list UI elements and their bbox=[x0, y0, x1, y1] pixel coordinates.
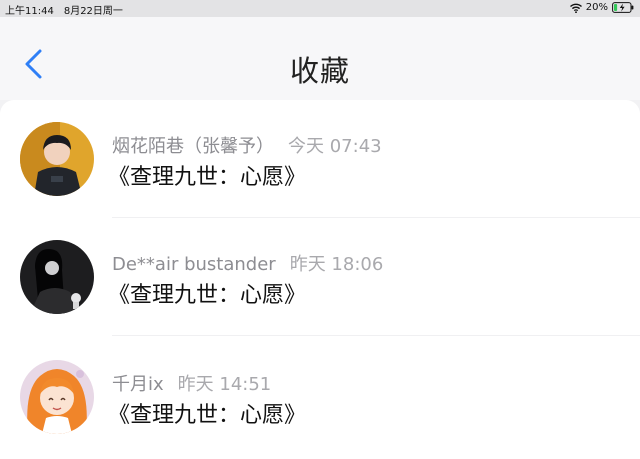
status-date: 8月22日周一 bbox=[63, 6, 123, 17]
item-time: 昨天 18:06 bbox=[289, 254, 384, 275]
navigation-header: 收藏 bbox=[0, 17, 640, 100]
status-left: 上午11:44 8月22日周一 bbox=[5, 2, 123, 17]
list-item[interactable]: 千月ix 昨天 14:51 《查理九世：心愿》 bbox=[0, 338, 640, 456]
battery-percent: 20% bbox=[585, 2, 608, 13]
item-meta: 千月ix 昨天 14:51 bbox=[112, 370, 271, 396]
list-item[interactable]: De**air bustander 昨天 18:06 《查理九世：心愿》 bbox=[0, 218, 640, 336]
wifi-icon bbox=[569, 3, 582, 13]
favorite-title[interactable]: 《查理九世：心愿》 bbox=[108, 277, 306, 309]
author-name[interactable]: 烟花陌巷（张馨予） bbox=[112, 136, 274, 157]
item-time: 昨天 14:51 bbox=[177, 374, 272, 395]
avatar[interactable] bbox=[20, 240, 94, 314]
favorite-title[interactable]: 《查理九世：心愿》 bbox=[108, 397, 306, 429]
item-meta: 烟花陌巷（张馨予） 今天 07:43 bbox=[112, 132, 382, 158]
page-title: 收藏 bbox=[289, 54, 350, 88]
user-avatar-image bbox=[20, 240, 94, 314]
user-avatar-image bbox=[20, 360, 94, 434]
favorite-title[interactable]: 《查理九世：心愿》 bbox=[108, 159, 306, 191]
status-time: 上午11:44 bbox=[5, 6, 54, 17]
author-name[interactable]: De**air bustander bbox=[112, 254, 276, 275]
status-bar: 上午11:44 8月22日周一 20% bbox=[0, 0, 640, 17]
list-item[interactable]: 烟花陌巷（张馨予） 今天 07:43 《查理九世：心愿》 bbox=[0, 100, 640, 218]
avatar[interactable] bbox=[20, 122, 94, 196]
avatar[interactable] bbox=[20, 360, 94, 434]
status-right: 20% bbox=[569, 2, 634, 13]
item-meta: De**air bustander 昨天 18:06 bbox=[112, 250, 383, 276]
user-avatar-image bbox=[20, 122, 94, 196]
divider bbox=[112, 335, 640, 336]
item-time: 今天 07:43 bbox=[288, 136, 382, 157]
author-name[interactable]: 千月ix bbox=[112, 374, 164, 395]
favorites-list: 烟花陌巷（张馨予） 今天 07:43 《查理九世：心愿》 De**air bust… bbox=[0, 100, 640, 459]
battery-charging-icon bbox=[612, 2, 634, 13]
